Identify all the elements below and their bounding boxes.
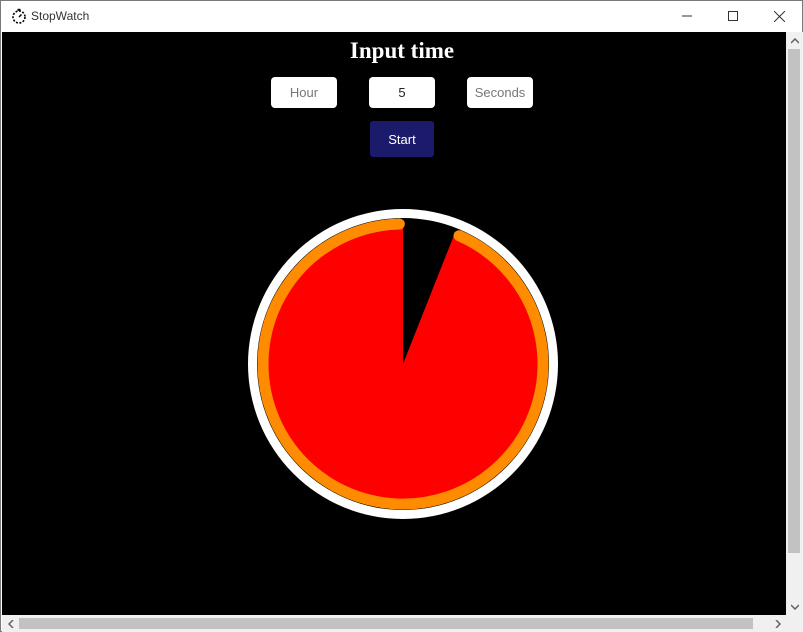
scroll-down-arrow-icon — [790, 603, 799, 610]
close-button[interactable] — [756, 1, 802, 31]
maximize-button[interactable] — [710, 1, 756, 31]
scrollbar-corner — [786, 615, 803, 632]
scroll-right-button[interactable] — [769, 615, 786, 632]
minutes-input[interactable] — [369, 77, 435, 108]
scroll-left-button[interactable] — [2, 615, 19, 632]
scroll-left-arrow-icon — [7, 619, 14, 628]
vertical-scrollbar[interactable] — [786, 32, 803, 615]
scroll-right-arrow-icon — [774, 619, 781, 628]
maximize-icon — [728, 11, 738, 21]
stopwatch-app-icon — [12, 8, 26, 24]
scroll-down-button[interactable] — [786, 598, 803, 615]
scroll-up-button[interactable] — [786, 32, 803, 49]
scroll-up-arrow-icon — [790, 37, 799, 44]
minimize-icon — [682, 15, 692, 17]
window-title: StopWatch — [31, 9, 90, 23]
horizontal-scroll-thumb[interactable] — [19, 618, 753, 629]
start-button[interactable]: Start — [370, 121, 434, 157]
vertical-scroll-thumb[interactable] — [788, 49, 800, 553]
close-icon — [773, 10, 785, 22]
hour-input[interactable] — [271, 77, 337, 108]
horizontal-scrollbar[interactable] — [2, 615, 786, 632]
stopwatch-content: Input time Start — [2, 32, 786, 615]
title-bar[interactable]: StopWatch — [1, 1, 802, 31]
seconds-input[interactable] — [467, 77, 533, 108]
timer-dial — [248, 209, 558, 519]
stopwatch-window: StopWatch Input time Start — [0, 0, 803, 632]
minimize-button[interactable] — [664, 1, 710, 31]
page-title: Input time — [349, 38, 455, 63]
